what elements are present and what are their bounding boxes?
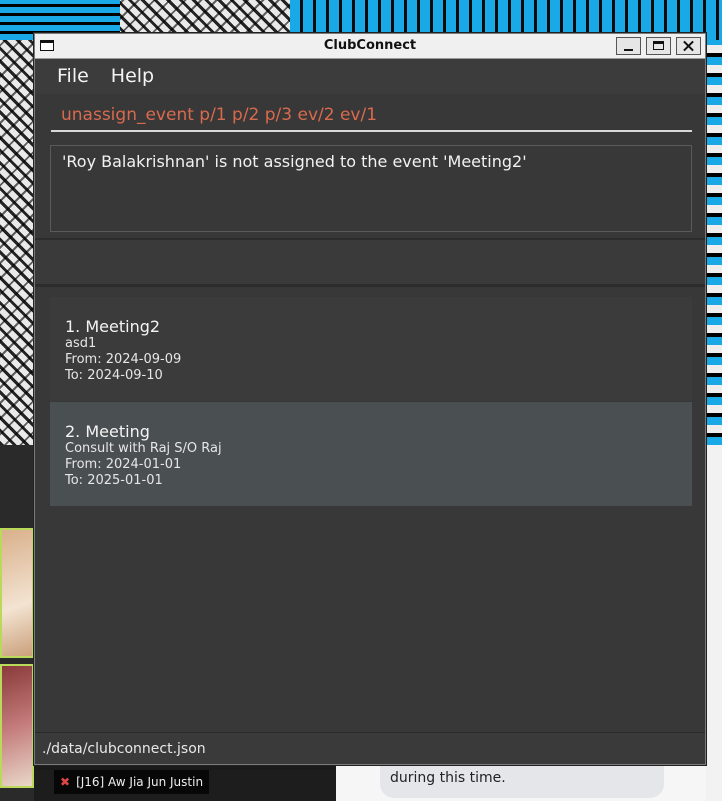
command-input[interactable]	[51, 100, 692, 132]
result-display[interactable]: 'Roy Balakrishnan' is not assigned to th…	[50, 145, 692, 232]
video-thumbnail	[0, 664, 34, 788]
event-to: To: 2024-09-10	[65, 368, 163, 383]
event-list[interactable]: 1. Meeting2 asd1 From: 2024-09-09 To: 20…	[35, 287, 705, 732]
event-from: From: 2024-09-09	[65, 352, 182, 367]
close-button[interactable]	[676, 37, 701, 55]
event-title: 2. Meeting	[65, 422, 150, 441]
participant-caption: ✖ [J16] Aw Jia Jun Justin	[54, 770, 210, 794]
app-window: ClubConnect File Help 'Roy Balakrishnan'…	[34, 33, 706, 765]
menu-help[interactable]: Help	[100, 59, 165, 94]
event-card[interactable]: 2. Meeting Consult with Raj S/O Raj From…	[50, 402, 692, 506]
background-right-lower	[704, 445, 722, 801]
video-thumbnail	[0, 528, 34, 658]
event-to: To: 2025-01-01	[65, 473, 163, 488]
event-description: asd1	[65, 336, 97, 351]
status-bar: ./data/clubconnect.json	[35, 732, 705, 764]
chat-message-text: during this time.	[390, 770, 506, 786]
result-message: 'Roy Balakrishnan' is not assigned to th…	[62, 152, 527, 171]
title-bar[interactable]: ClubConnect	[35, 34, 705, 59]
menu-file[interactable]: File	[35, 59, 100, 94]
menu-bar: File Help	[35, 59, 705, 94]
event-title: 1. Meeting2	[65, 317, 161, 336]
background-right-strip	[704, 40, 722, 445]
data-file-path: ./data/clubconnect.json	[42, 741, 206, 757]
event-from: From: 2024-01-01	[65, 457, 182, 472]
event-description: Consult with Raj S/O Raj	[65, 441, 222, 456]
maximize-button[interactable]	[646, 37, 671, 55]
mic-muted-icon: ✖	[60, 775, 71, 789]
window-title: ClubConnect	[323, 38, 417, 53]
command-area	[35, 94, 705, 138]
participant-name: [J16] Aw Jia Jun Justin	[76, 775, 204, 789]
empty-panel	[35, 240, 705, 284]
minimize-button[interactable]	[616, 37, 641, 55]
chat-message: during this time.	[380, 760, 664, 798]
event-card[interactable]: 1. Meeting2 asd1 From: 2024-09-09 To: 20…	[50, 297, 692, 401]
